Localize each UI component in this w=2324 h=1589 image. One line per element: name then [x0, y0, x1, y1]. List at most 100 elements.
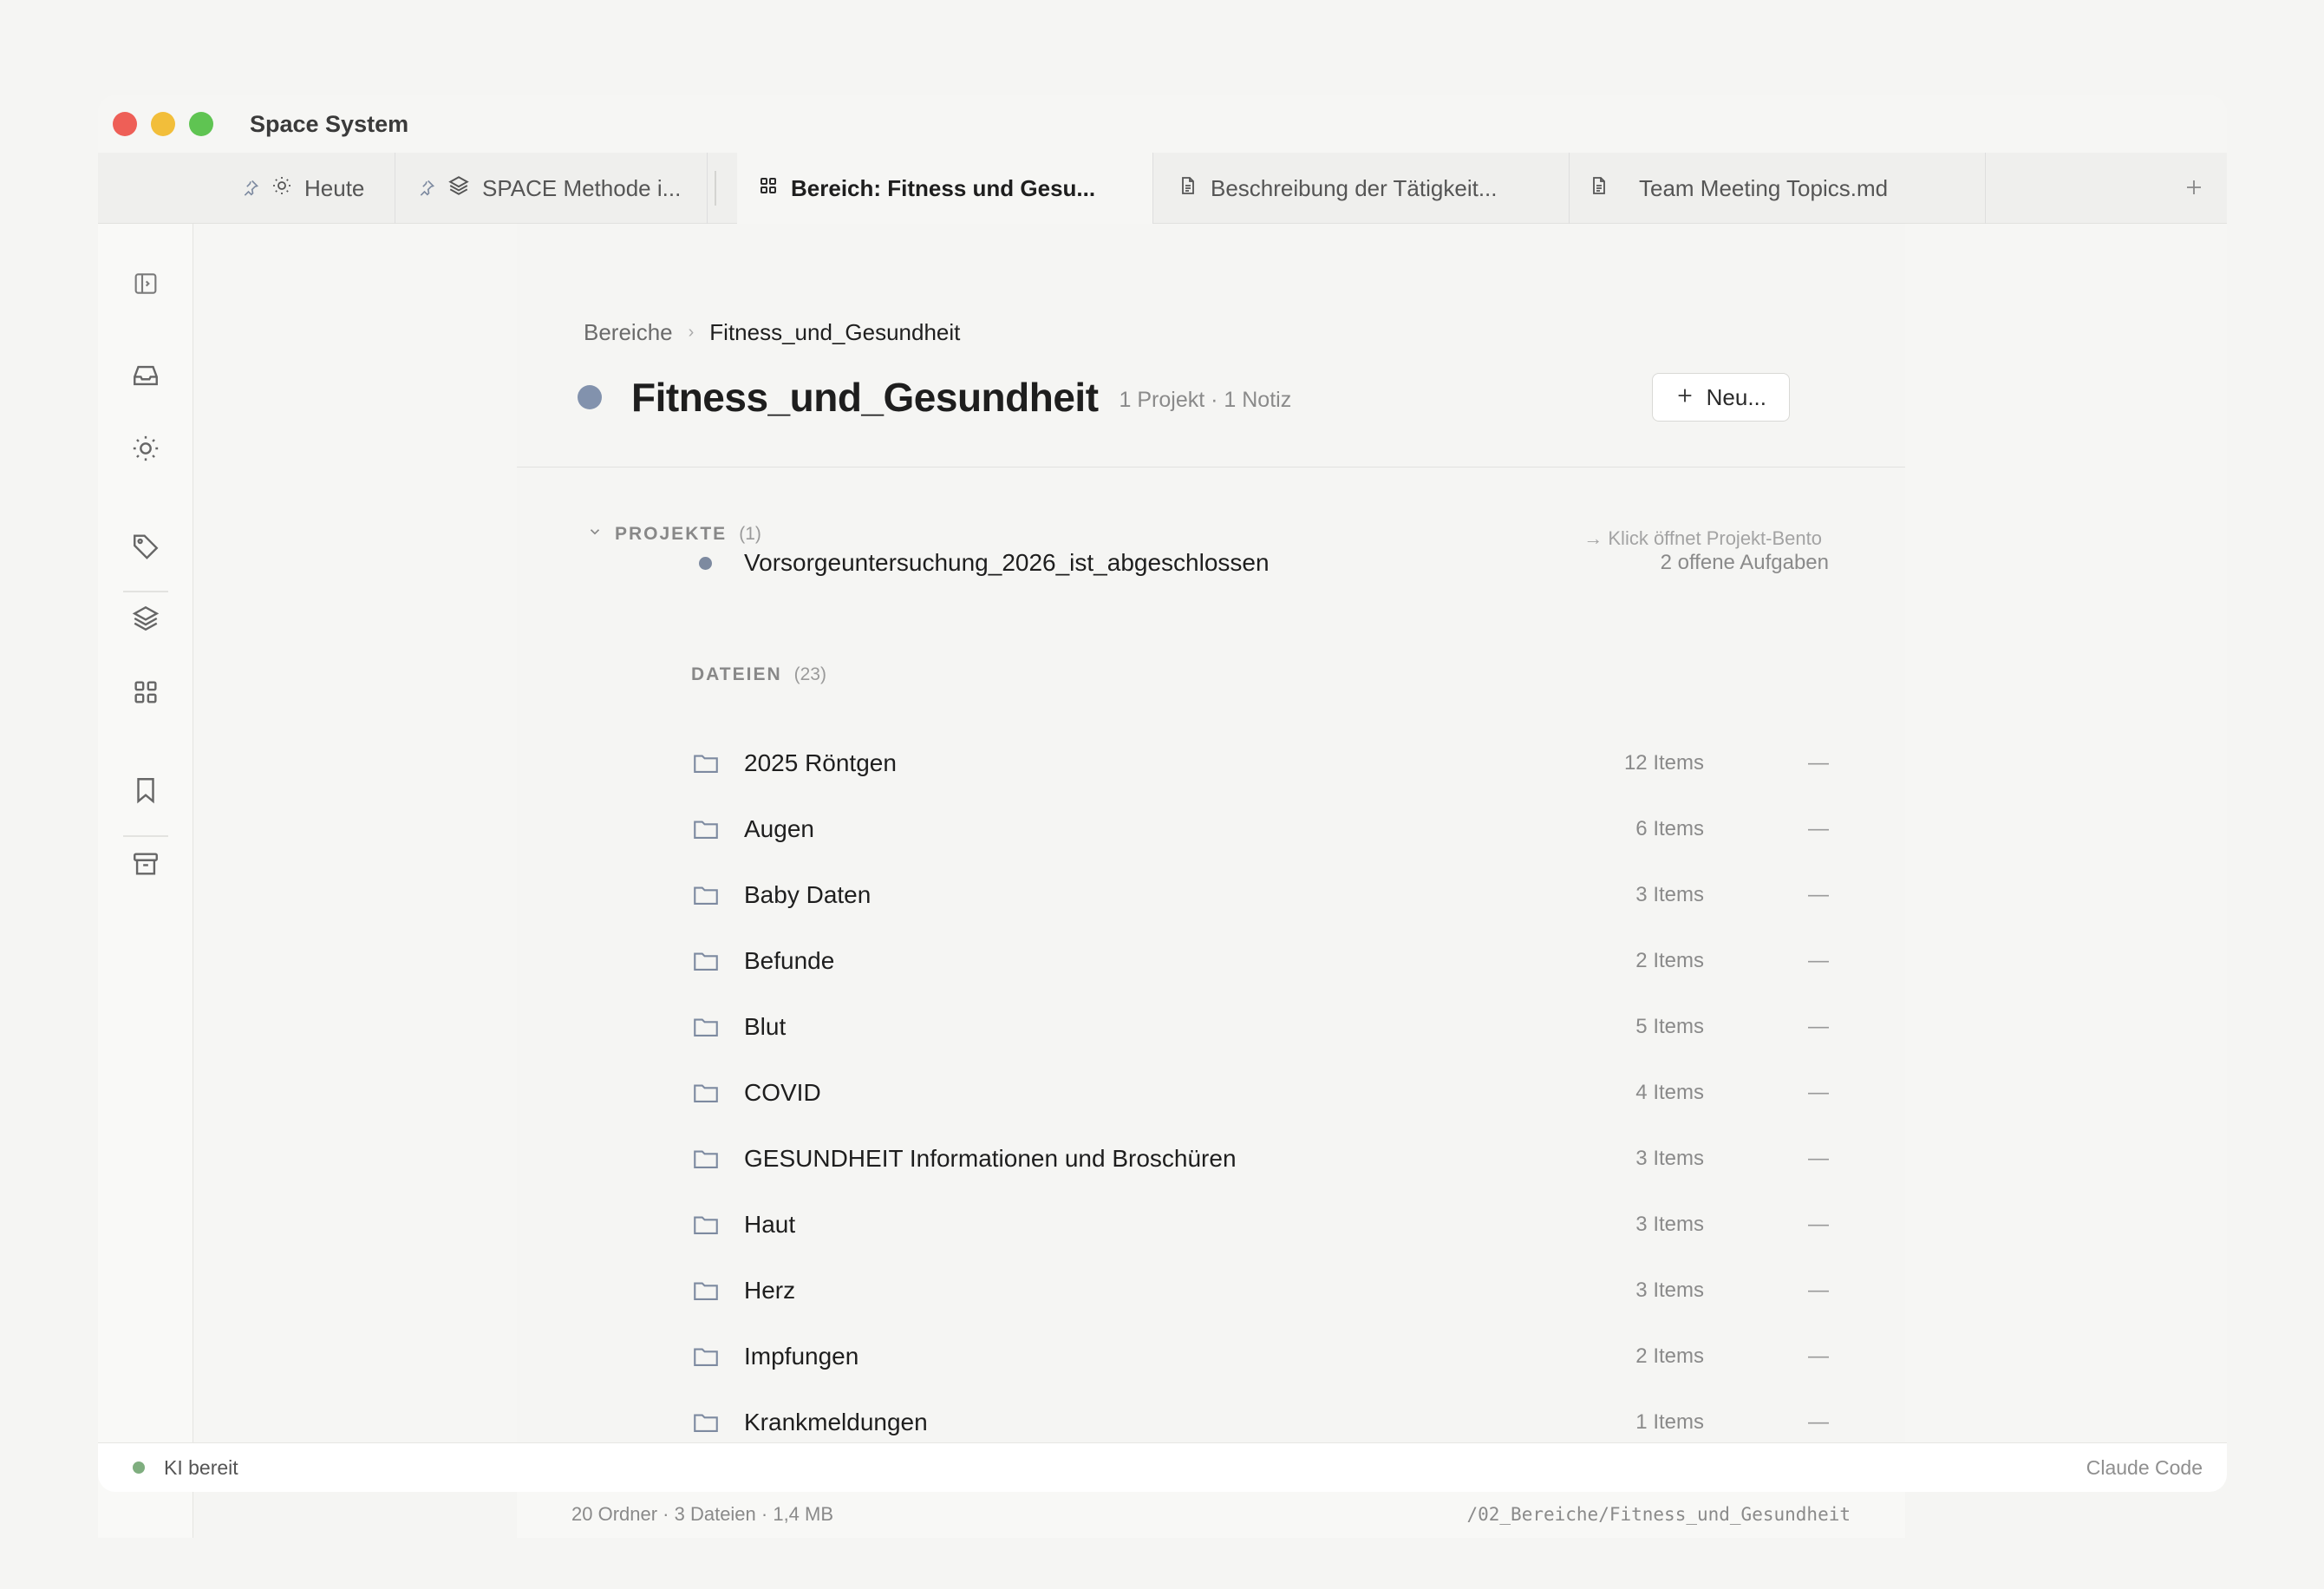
file-modified: —: [1808, 751, 1829, 775]
tab-bereich-fitness[interactable]: Bereich: Fitness und Gesu...: [737, 153, 1153, 225]
page-title: Fitness_und_Gesundheit: [631, 375, 1099, 420]
tab-space-methode[interactable]: SPACE Methode i...: [395, 153, 708, 224]
breadcrumb-current: Fitness_und_Gesundheit: [709, 319, 961, 345]
archive-icon[interactable]: [130, 848, 161, 880]
app-title: Space System: [250, 110, 409, 137]
file-row[interactable]: Augen 6 Items —: [517, 796, 1905, 862]
grid-icon: [758, 175, 779, 202]
tab-bar: Heute SPACE Methode i... Bereich: Fitnes…: [98, 153, 2227, 225]
bookmark-icon[interactable]: [130, 775, 161, 806]
ai-status: KI bereit: [133, 1456, 238, 1480]
file-modified: —: [1808, 1410, 1829, 1434]
file-name: Impfungen: [744, 1343, 859, 1370]
file-name: Blut: [744, 1013, 787, 1040]
file-name: Herz: [744, 1277, 796, 1304]
file-row[interactable]: Befunde 2 Items —: [517, 928, 1905, 994]
file-name: 2025 Röntgen: [744, 749, 897, 776]
folder-path: /02_Bereiche/Fitness_und_Gesundheit: [1466, 1503, 1851, 1525]
file-item-count: 2 Items: [1635, 949, 1704, 972]
file-row[interactable]: Blut 5 Items —: [517, 994, 1905, 1060]
folder-icon: [691, 1210, 721, 1244]
file-item-count: 3 Items: [1635, 1147, 1704, 1170]
tab-label: SPACE Methode i...: [482, 174, 682, 201]
area-color-dot: [578, 385, 602, 409]
file-row[interactable]: Impfungen 2 Items —: [517, 1324, 1905, 1390]
file-row[interactable]: GESUNDHEIT Informationen und Broschüren …: [517, 1126, 1905, 1192]
content-footer: 20 Ordner · 3 Dateien · 1,4 MB /02_Berei…: [517, 1489, 1905, 1538]
minimize-window-button[interactable]: [151, 112, 175, 136]
file-modified: —: [1808, 949, 1829, 972]
folder-icon: [691, 880, 721, 914]
ai-provider-label[interactable]: Claude Code: [2086, 1456, 2203, 1480]
document-icon: [1178, 175, 1198, 202]
new-button[interactable]: Neu...: [1651, 373, 1790, 422]
grid-icon[interactable]: [130, 677, 161, 708]
tab-team-meeting[interactable]: Team Meeting Topics.md: [1570, 153, 1986, 224]
sidebar-toggle-icon[interactable]: [130, 268, 161, 299]
main-content: Bereiche › Fitness_und_Gesundheit Fitnes…: [517, 224, 1905, 1538]
file-row[interactable]: COVID 4 Items —: [517, 1060, 1905, 1126]
file-modified: —: [1808, 1147, 1829, 1170]
file-name: Krankmeldungen: [744, 1409, 928, 1435]
file-row[interactable]: 2025 Röntgen 12 Items —: [517, 730, 1905, 796]
tab-label: Beschreibung der Tätigkeit...: [1211, 174, 1498, 201]
files-count: (23): [793, 664, 826, 684]
zoom-window-button[interactable]: [189, 112, 213, 136]
file-item-count: 3 Items: [1635, 1278, 1704, 1302]
file-item-count: 12 Items: [1623, 751, 1704, 775]
file-modified: —: [1808, 1278, 1829, 1302]
layers-icon: [447, 174, 470, 203]
file-item-count: 4 Items: [1635, 1081, 1704, 1104]
sun-icon[interactable]: [130, 433, 161, 464]
breadcrumb-root[interactable]: Bereiche: [584, 319, 673, 346]
breadcrumb: Bereiche › Fitness_und_Gesundheit: [584, 319, 960, 346]
inbox-icon[interactable]: [130, 360, 161, 391]
plus-icon: [2184, 177, 2204, 202]
ai-status-label: KI bereit: [164, 1455, 238, 1479]
plus-icon: [1675, 384, 1694, 411]
file-modified: —: [1808, 883, 1829, 906]
pin-icon: [242, 175, 259, 202]
file-name: Befunde: [744, 947, 835, 974]
status-bar: KI bereit Claude Code: [98, 1442, 2227, 1492]
file-name: Baby Daten: [744, 881, 872, 908]
project-status-dot: [699, 557, 712, 570]
sun-icon: [271, 175, 292, 202]
header-divider: [517, 467, 1905, 468]
folder-summary: 20 Ordner · 3 Dateien · 1,4 MB: [571, 1502, 834, 1525]
file-row[interactable]: Baby Daten 3 Items —: [517, 862, 1905, 928]
file-item-count: 2 Items: [1635, 1344, 1704, 1368]
tab-label: Bereich: Fitness und Gesu...: [791, 175, 1096, 201]
rail-divider: [123, 835, 168, 837]
project-name: Vorsorgeuntersuchung_2026_ist_abgeschlos…: [744, 549, 1270, 576]
folder-icon: [691, 1342, 721, 1376]
file-item-count: 3 Items: [1635, 1213, 1704, 1236]
tag-icon[interactable]: [130, 530, 161, 561]
new-button-label: Neu...: [1706, 383, 1766, 410]
tab-label: Heute: [304, 174, 365, 201]
file-item-count: 6 Items: [1635, 817, 1704, 840]
folder-icon: [691, 1012, 721, 1046]
file-list: 2025 Röntgen 12 Items — Augen 6 Items — …: [517, 730, 1905, 1490]
page-meta: 1 Projekt · 1 Notiz: [1119, 387, 1292, 412]
page-header: Fitness_und_Gesundheit 1 Projekt · 1 Not…: [578, 371, 1844, 423]
folder-icon: [691, 749, 721, 782]
layers-icon[interactable]: [130, 603, 161, 634]
project-row[interactable]: Vorsorgeuntersuchung_2026_ist_abgeschlos…: [517, 533, 1905, 592]
tab-beschreibung[interactable]: Beschreibung der Tätigkeit...: [1153, 153, 1570, 224]
tab-heute[interactable]: Heute: [98, 153, 395, 224]
file-row[interactable]: Herz 3 Items —: [517, 1258, 1905, 1324]
files-heading: DATEIEN: [691, 664, 782, 684]
file-name: GESUNDHEIT Informationen und Broschüren: [744, 1145, 1237, 1172]
pin-icon: [418, 175, 435, 202]
file-item-count: 3 Items: [1635, 883, 1704, 906]
title-bar: Space System: [98, 95, 2227, 153]
file-modified: —: [1808, 1081, 1829, 1104]
new-tab-button[interactable]: [2177, 172, 2211, 206]
file-modified: —: [1808, 817, 1829, 840]
folder-icon: [691, 946, 721, 980]
close-window-button[interactable]: [113, 112, 137, 136]
file-row[interactable]: Haut 3 Items —: [517, 1192, 1905, 1258]
folder-icon: [691, 814, 721, 848]
status-indicator-dot: [133, 1461, 145, 1474]
